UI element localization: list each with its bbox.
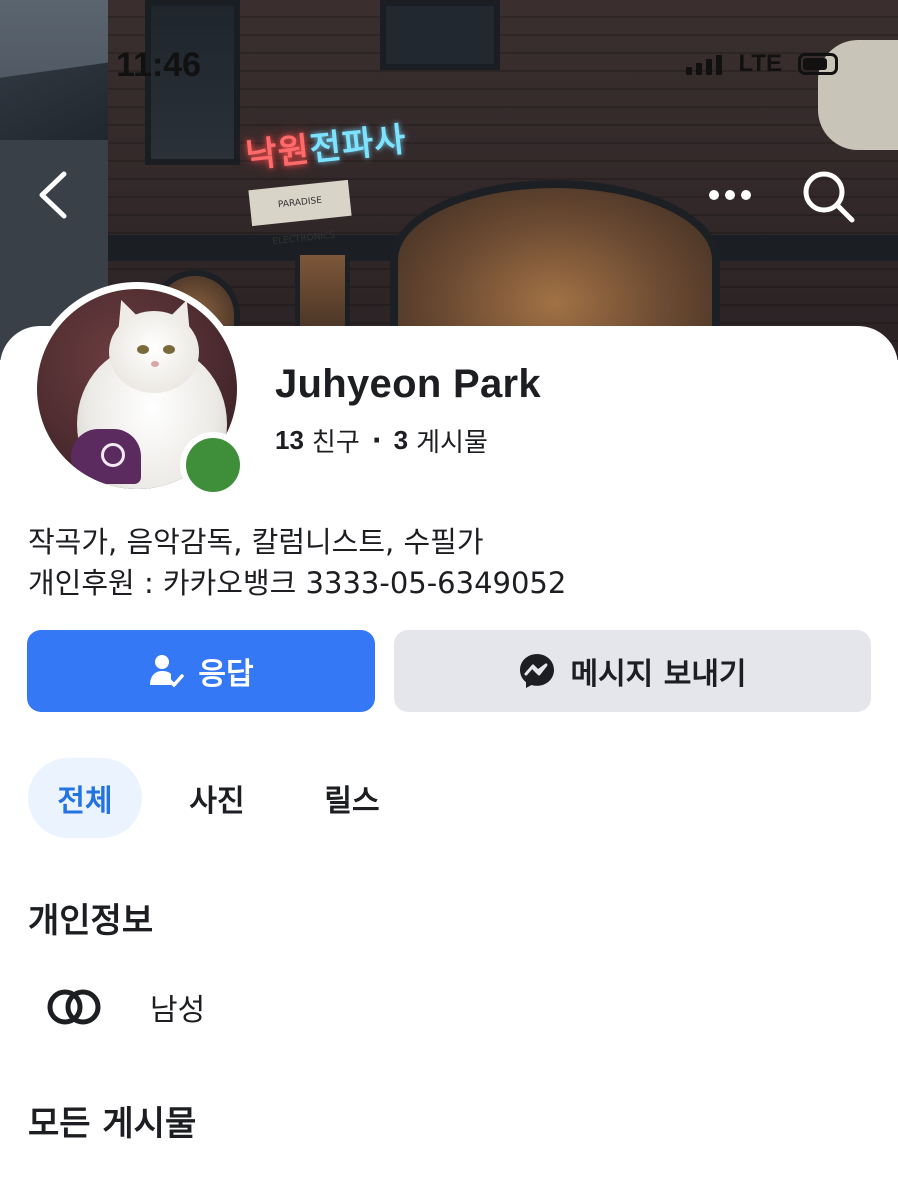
message-label: 메시지 보내기 — [570, 657, 747, 692]
friends-count: 13 — [275, 425, 304, 455]
profile-tabs: 전체 사진 릴스 — [28, 758, 412, 838]
tab-photos[interactable]: 사진 — [142, 758, 292, 838]
profile-stats[interactable]: 13 친구 · 3 게시물 — [275, 422, 488, 459]
messenger-icon — [520, 654, 555, 688]
avatar-badge-icon — [71, 429, 141, 484]
more-options-icon[interactable] — [700, 170, 760, 220]
back-arrow-icon[interactable] — [30, 168, 80, 222]
search-icon[interactable] — [796, 164, 860, 228]
posts-count: 3 — [393, 425, 409, 455]
status-time: 11:46 — [116, 46, 202, 84]
gender-rings-icon — [47, 989, 101, 1025]
stats-separator: · — [371, 425, 382, 456]
signal-icon — [686, 53, 723, 75]
bio-line: 작곡가, 음악감독, 칼럼니스트, 수필가 — [28, 525, 484, 559]
posts-label: 게시물 — [416, 428, 488, 458]
tab-reels[interactable]: 릴스 — [292, 758, 412, 838]
online-status-indicator — [180, 432, 246, 498]
all-posts-title: 모든 게시물 — [28, 1104, 197, 1144]
tab-all[interactable]: 전체 — [28, 758, 142, 838]
cover-window — [380, 0, 500, 70]
respond-button[interactable]: 응답 — [27, 630, 375, 712]
gender-value: 남성 — [150, 993, 206, 1028]
friend-check-icon — [150, 655, 185, 687]
profile-bio: 작곡가, 음악감독, 칼럼니스트, 수필가 개인후원 : 카카오뱅크 3333-… — [28, 522, 566, 604]
gender-row: 남성 — [46, 984, 205, 1030]
battery-icon — [798, 53, 838, 75]
status-indicators: LTE — [686, 50, 838, 78]
profile-name: Juhyeon Park — [275, 362, 541, 406]
respond-label: 응답 — [198, 657, 254, 692]
network-label: LTE — [738, 50, 782, 77]
friends-label: 친구 — [311, 428, 360, 458]
bio-line: 개인후원 : 카카오뱅크 3333-05-6349052 — [28, 566, 567, 600]
send-message-button[interactable]: 메시지 보내기 — [394, 630, 871, 712]
personal-info-title: 개인정보 — [28, 901, 154, 941]
